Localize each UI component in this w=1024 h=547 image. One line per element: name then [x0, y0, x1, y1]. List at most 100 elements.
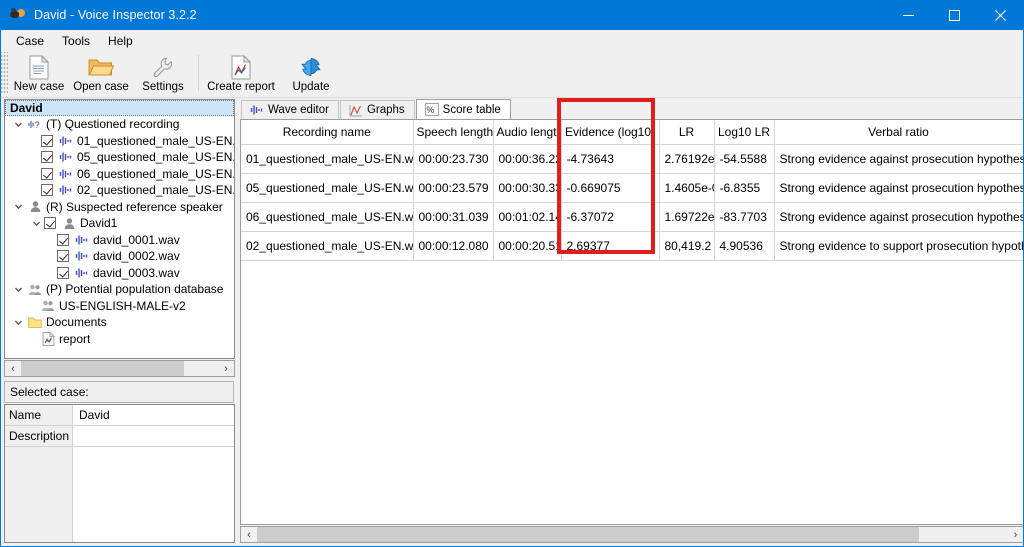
property-value-name[interactable]: David — [73, 405, 234, 426]
tree-item-label: david_0001.wav — [93, 232, 180, 247]
menu-bar: Case Tools Help — [1, 30, 1023, 51]
person-icon — [60, 217, 78, 230]
checkbox-checked[interactable] — [41, 184, 53, 197]
tree-item-label: (R) Suspected reference speaker — [46, 199, 223, 214]
question-speaker-icon: ? — [26, 118, 44, 131]
report-chart-icon — [230, 54, 252, 80]
toolbar: New case Open case Settings Create repor… — [1, 51, 1023, 98]
tree-item-david-0001[interactable]: david_0001.wav — [5, 232, 234, 249]
checkbox-checked[interactable] — [41, 151, 53, 164]
open-case-button[interactable]: Open case — [70, 51, 132, 96]
toolbar-grip[interactable] — [1, 52, 8, 95]
column-header-verbal-ratio[interactable]: Verbal ratio — [774, 120, 1023, 145]
scroll-track[interactable] — [21, 361, 218, 376]
table-row[interactable]: 06_questioned_male_US-EN.wav 00:00:31.03… — [241, 202, 1023, 232]
settings-label: Settings — [142, 81, 184, 93]
column-header-log10-lr[interactable]: Log10 LR — [714, 120, 775, 145]
checkbox-checked[interactable] — [57, 266, 69, 279]
checkbox-checked[interactable] — [57, 250, 69, 263]
cell-recording-name: 05_questioned_male_US-EN.wav — [241, 173, 414, 203]
table-row[interactable]: 02_questioned_male_US-EN.wav 00:00:12.08… — [241, 231, 1023, 261]
tree-item-questioned-recording[interactable]: ? (T) Questioned recording — [5, 116, 234, 133]
scroll-right-arrow-icon[interactable]: › — [1008, 527, 1024, 542]
cell-audio-length: 00:01:02.140 — [493, 202, 562, 232]
tree-item-david1[interactable]: David1 — [5, 215, 234, 232]
tree-item-suspected-reference-speaker[interactable]: (R) Suspected reference speaker — [5, 199, 234, 216]
checkbox-checked[interactable] — [41, 134, 53, 147]
checkbox-checked[interactable] — [44, 217, 56, 230]
close-button[interactable] — [977, 0, 1023, 30]
table-row[interactable]: 01_questioned_male_US-EN.wav 00:00:23.73… — [241, 144, 1023, 174]
scroll-track[interactable] — [257, 527, 1008, 542]
tab-wave-editor[interactable]: Wave editor — [241, 100, 339, 119]
cell-lr: 2.76192e-55 — [659, 144, 715, 174]
tab-label: Graphs — [366, 104, 405, 116]
tree-item-david-0003[interactable]: david_0003.wav — [5, 265, 234, 282]
menu-case[interactable]: Case — [7, 31, 53, 51]
menu-tools[interactable]: Tools — [53, 31, 99, 51]
column-header-audio-length[interactable]: Audio length — [493, 120, 562, 145]
property-name-cell: Name — [5, 405, 72, 426]
new-case-button[interactable]: New case — [8, 51, 70, 96]
score-table-grid[interactable]: Recording name Speech length Audio lengt… — [240, 119, 1023, 525]
column-header-lr[interactable]: LR — [659, 120, 715, 145]
create-report-label: Create report — [207, 81, 275, 93]
case-tree[interactable]: David ? (T) Questioned recording 01_ques… — [4, 99, 235, 359]
tree-horizontal-scrollbar[interactable]: ‹ › — [4, 360, 235, 377]
maximize-button[interactable] — [931, 0, 977, 30]
report-file-icon — [39, 331, 57, 346]
table-row[interactable]: 05_questioned_male_US-EN.wav 00:00:23.57… — [241, 173, 1023, 203]
chevron-down-icon[interactable] — [11, 318, 26, 327]
checkbox-checked[interactable] — [57, 233, 69, 246]
scroll-thumb[interactable] — [21, 361, 184, 376]
column-header-recording-name[interactable]: Recording name — [241, 120, 414, 145]
chevron-down-icon[interactable] — [11, 202, 26, 211]
chevron-down-icon[interactable] — [29, 219, 44, 228]
tree-item-wav-01[interactable]: 01_questioned_male_US-EN.wav — [5, 133, 234, 150]
scroll-left-arrow-icon[interactable]: ‹ — [241, 527, 257, 542]
tree-item-report[interactable]: report — [5, 331, 234, 348]
scroll-left-arrow-icon[interactable]: ‹ — [5, 361, 21, 376]
tree-root-david[interactable]: David — [5, 100, 234, 116]
update-button[interactable]: Update — [280, 51, 342, 96]
menu-help[interactable]: Help — [99, 31, 142, 51]
grid-horizontal-scrollbar[interactable]: ‹ › — [240, 526, 1024, 543]
results-pane: Wave editor Graphs % Score table Recordi… — [237, 99, 1024, 546]
tree-item-david-0002[interactable]: david_0002.wav — [5, 248, 234, 265]
tab-score-table[interactable]: % Score table — [415, 99, 511, 119]
folder-icon — [26, 316, 44, 329]
tab-label: Score table — [442, 103, 501, 116]
tree-item-us-english-male-v2[interactable]: US-ENGLISH-MALE-v2 — [5, 298, 234, 315]
minimize-button[interactable] — [885, 0, 931, 30]
column-header-speech-length[interactable]: Speech length — [413, 120, 494, 145]
waveform-icon — [57, 151, 75, 163]
tree-item-wav-06[interactable]: 06_questioned_male_US-EN.wav — [5, 166, 234, 183]
scroll-thumb[interactable] — [257, 527, 919, 542]
people-icon — [39, 299, 57, 312]
tree-item-documents[interactable]: Documents — [5, 314, 234, 331]
cell-speech-length: 00:00:23.730 — [413, 144, 494, 174]
tab-graphs[interactable]: Graphs — [339, 100, 415, 119]
chevron-down-icon[interactable] — [11, 120, 26, 129]
case-properties-grid[interactable]: Name Description David — [4, 404, 235, 543]
tree-item-wav-02[interactable]: 02_questioned_male_US-EN.wav — [5, 182, 234, 199]
property-value-description[interactable] — [73, 426, 234, 447]
property-value-column: David — [73, 405, 234, 542]
cell-audio-length: 00:00:20.519 — [493, 231, 562, 261]
tree-item-label: 01_questioned_male_US-EN.wav — [77, 133, 234, 148]
title-bar: David - Voice Inspector 3.2.2 — [1, 0, 1023, 30]
checkbox-checked[interactable] — [41, 167, 53, 180]
create-report-button[interactable]: Create report — [202, 51, 280, 96]
tree-item-wav-05[interactable]: 05_questioned_male_US-EN.wav — [5, 149, 234, 166]
scroll-right-arrow-icon[interactable]: › — [218, 361, 234, 376]
chevron-down-icon[interactable] — [11, 285, 26, 294]
grid-empty-area — [241, 260, 1023, 524]
tree-item-potential-population-database[interactable]: (P) Potential population database — [5, 281, 234, 298]
person-icon — [26, 200, 44, 213]
settings-button[interactable]: Settings — [132, 51, 194, 96]
tree-root-label: David — [10, 101, 43, 115]
window-title: David - Voice Inspector 3.2.2 — [34, 8, 197, 22]
column-header-evidence-log10[interactable]: Evidence (log10) — [561, 120, 660, 145]
tree-item-label: 02_questioned_male_US-EN.wav — [77, 183, 234, 198]
cell-recording-name: 06_questioned_male_US-EN.wav — [241, 202, 414, 232]
